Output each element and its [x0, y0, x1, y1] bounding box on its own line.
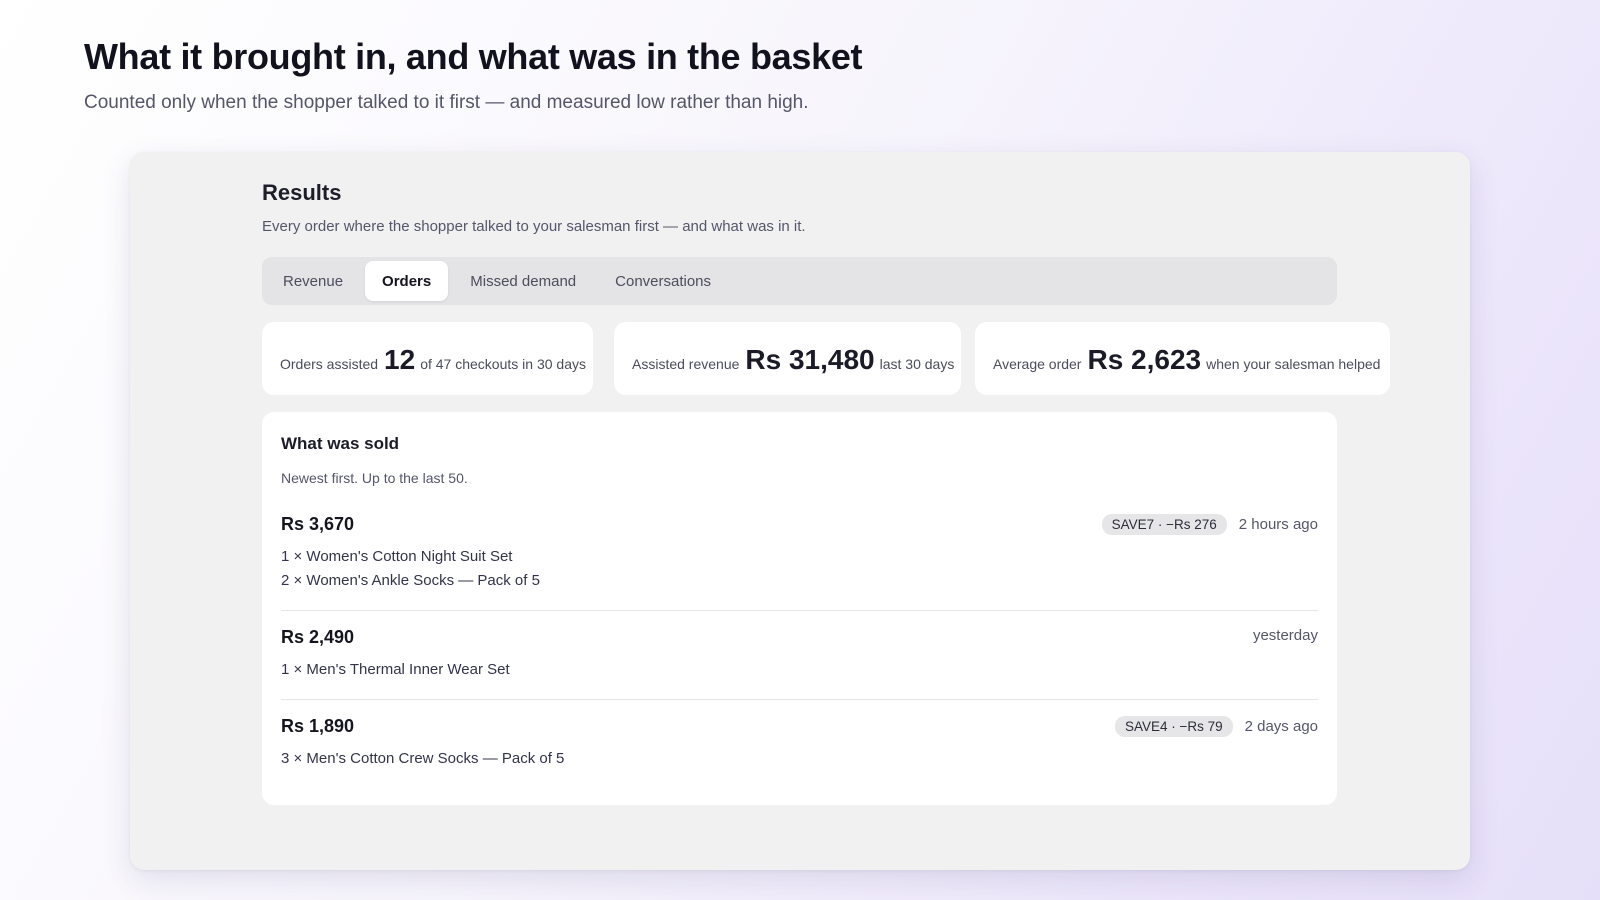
- stat-suffix: when your salesman helped: [1206, 356, 1381, 372]
- divider: [281, 610, 1318, 611]
- results-title: Results: [262, 180, 342, 205]
- stat-label: Orders assisted: [280, 356, 379, 372]
- stat-average-order: Average order Rs 2,623 when your salesma…: [975, 322, 1390, 395]
- order-amount: Rs 2,490: [281, 627, 355, 647]
- order-item: 2 × Women's Ankle Socks — Pack of 5: [281, 572, 540, 589]
- page-title: What it brought in, and what was in the …: [84, 36, 863, 77]
- results-panel: Results Every order where the shopper ta…: [130, 152, 1470, 870]
- tab-missed-demand[interactable]: Missed demand: [453, 261, 593, 301]
- stat-assisted-revenue: Assisted revenue Rs 31,480 last 30 days: [614, 322, 961, 395]
- order-time: yesterday: [1252, 627, 1318, 644]
- divider: [281, 699, 1318, 700]
- order-time: 2 days ago: [1244, 718, 1318, 735]
- order-row[interactable]: Rs 1,890 SAVE4 · −Rs 79 2 days ago 3 × M…: [281, 716, 1318, 768]
- results-tabs: Revenue Orders Missed demand Conversatio…: [262, 257, 1337, 305]
- results-description: Every order where the shopper talked to …: [262, 218, 806, 235]
- order-time: 2 hours ago: [1238, 516, 1318, 533]
- tab-orders[interactable]: Orders: [365, 261, 449, 301]
- order-item: 1 × Men's Thermal Inner Wear Set: [281, 661, 510, 678]
- page-subtitle: Counted only when the shopper talked to …: [84, 92, 809, 113]
- order-item: 3 × Men's Cotton Crew Socks — Pack of 5: [281, 750, 565, 767]
- discount-badge: SAVE4 · −Rs 79: [1114, 716, 1233, 737]
- stat-label: Assisted revenue: [632, 356, 740, 372]
- stat-value: Rs 2,623: [1087, 344, 1202, 375]
- stat-suffix: of 47 checkouts in 30 days: [420, 356, 586, 372]
- orders-note: Newest first. Up to the last 50.: [281, 470, 468, 486]
- order-item: 1 × Women's Cotton Night Suit Set: [281, 548, 513, 565]
- stat-suffix: last 30 days: [879, 356, 955, 372]
- order-amount: Rs 1,890: [281, 716, 355, 736]
- stat-value: Rs 31,480: [745, 344, 875, 375]
- orders-heading: What was sold: [281, 434, 400, 453]
- stat-label: Average order: [993, 356, 1082, 372]
- orders-card: What was sold Newest first. Up to the la…: [262, 412, 1337, 805]
- order-row[interactable]: Rs 3,670 SAVE7 · −Rs 276 2 hours ago 1 ×…: [281, 514, 1318, 594]
- tab-conversations[interactable]: Conversations: [598, 261, 728, 301]
- discount-badge: SAVE7 · −Rs 276: [1101, 514, 1227, 535]
- stat-orders-assisted: Orders assisted 12 of 47 checkouts in 30…: [262, 322, 593, 395]
- tab-revenue[interactable]: Revenue: [266, 261, 360, 301]
- order-amount: Rs 3,670: [281, 514, 355, 534]
- order-row[interactable]: Rs 2,490 yesterday 1 × Men's Thermal Inn…: [281, 627, 1318, 679]
- stat-value: 12: [384, 344, 416, 375]
